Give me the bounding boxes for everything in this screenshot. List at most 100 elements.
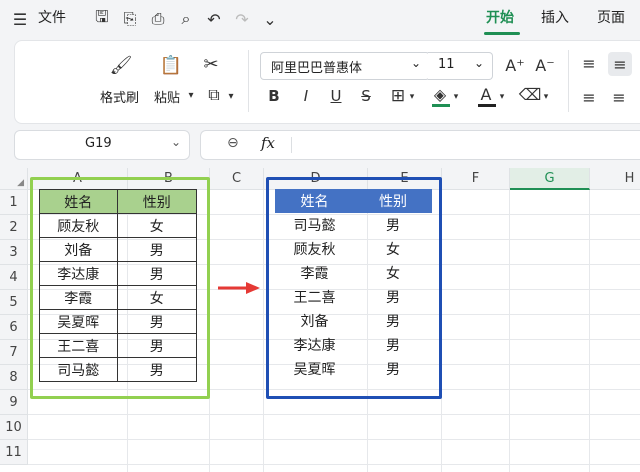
row-header-9[interactable]: 9 [0,390,28,415]
cell-name[interactable]: 顾友秋 [275,237,354,261]
fill-dropdown-icon[interactable]: ▾ [452,90,460,104]
paste-icon[interactable]: 📋 [158,52,184,78]
font-color-dropdown-icon[interactable]: ▾ [498,90,506,104]
strikethrough-button[interactable]: S [356,86,376,106]
print-preview-icon[interactable]: ⌕ [174,7,198,31]
row-header-7[interactable]: 7 [0,340,28,365]
decrease-font-icon[interactable]: A⁻ [534,54,556,76]
format-painter-button[interactable]: 格式刷 [100,87,139,106]
formula-bar[interactable]: ⊖ fx [200,130,640,160]
cell-name[interactable]: 刘备 [275,309,354,333]
undo-icon[interactable]: ↶ [202,7,226,31]
cell-name[interactable]: 李霞 [275,261,354,285]
bold-button[interactable]: B [264,86,284,106]
cell-name[interactable]: 司马懿 [39,357,118,382]
share-icon[interactable]: ⎘ [118,7,142,31]
header-gender[interactable]: 性别 [354,189,432,213]
select-all-corner[interactable]: ◢ [0,168,28,190]
copy-icon[interactable]: ⧉ [202,84,226,106]
eraser-dropdown-icon[interactable]: ▾ [542,90,550,104]
cell-name[interactable]: 李霞 [39,285,118,310]
eraser-icon[interactable]: ⌫ [519,84,542,104]
align-left-icon[interactable]: ≡ [578,86,600,108]
font-color-swatch [478,104,496,107]
row-header-8[interactable]: 8 [0,365,28,390]
cell-gender[interactable]: 男 [116,357,197,382]
header-name[interactable]: 姓名 [39,189,118,214]
cell-gender[interactable]: 男 [354,213,432,237]
paste-button[interactable]: 粘贴 [154,87,180,106]
row-header-6[interactable]: 6 [0,315,28,340]
print-icon[interactable]: ⎙ [146,7,170,31]
copy-dropdown-icon[interactable]: ▾ [226,88,236,104]
file-menu[interactable]: 文件 [38,8,66,28]
increase-font-icon[interactable]: A⁺ [504,54,526,76]
font-name-select[interactable]: 阿里巴巴普惠体 ⌄ [260,52,430,80]
cell-gender[interactable]: 男 [354,333,432,357]
format-painter-icon[interactable]: 🖌 [108,52,134,78]
cell-gender[interactable]: 男 [116,333,197,358]
spreadsheet-grid[interactable]: ◢ A B C D E F G H 1 2 3 4 5 6 7 8 9 10 1… [0,168,640,472]
row-header-3[interactable]: 3 [0,240,28,265]
align-middle-icon[interactable]: ≡ [608,52,632,76]
cell-gender[interactable]: 女 [116,285,197,310]
header-name[interactable]: 姓名 [275,189,354,213]
fill-color-icon[interactable]: ◈ [430,84,450,104]
cell-gender[interactable]: 男 [116,261,197,286]
cell-name[interactable]: 李达康 [39,261,118,286]
cell-name[interactable]: 刘备 [39,237,118,262]
cell-gender[interactable]: 男 [354,285,432,309]
hamburger-menu-icon[interactable]: ☰ [8,7,32,31]
border-dropdown-icon[interactable]: ▾ [408,90,416,104]
column-header-c[interactable]: C [210,168,264,190]
row-header-2[interactable]: 2 [0,215,28,240]
cut-icon[interactable]: ✂ [199,52,223,76]
border-icon[interactable]: ⊞ [388,86,408,106]
cell-gender[interactable]: 男 [116,309,197,334]
cell-name[interactable]: 王二喜 [39,333,118,358]
tab-page[interactable]: 页面 [597,8,625,28]
formula-divider [291,137,292,153]
tab-home[interactable]: 开始 [486,8,514,28]
table-row: 王二喜男 [39,333,197,358]
cell-gender[interactable]: 女 [116,213,197,238]
underline-button[interactable]: U [326,86,346,106]
cell-gender[interactable]: 女 [354,237,432,261]
row-header-1[interactable]: 1 [0,190,28,215]
cell-name[interactable]: 司马懿 [275,213,354,237]
redo-icon[interactable]: ↷ [230,7,254,31]
paste-dropdown-icon[interactable]: ▾ [186,87,196,103]
fx-label[interactable]: fx [261,134,275,152]
chevron-down-icon: ⌄ [473,56,484,70]
row-header-11[interactable]: 11 [0,440,28,465]
gridline [28,414,640,415]
cell-gender[interactable]: 男 [354,357,432,381]
cell-name[interactable]: 吴夏晖 [39,309,118,334]
font-color-button[interactable]: A [476,84,496,104]
row-header-5[interactable]: 5 [0,290,28,315]
row-header-10[interactable]: 10 [0,415,28,440]
cell-name[interactable]: 李达康 [275,333,354,357]
save-icon[interactable]: 🖫 [90,7,114,31]
zoom-formula-icon[interactable]: ⊖ [227,135,239,151]
name-box[interactable]: G19 ⌄ [14,130,190,160]
more-dropdown-icon[interactable]: ⌄ [258,7,282,31]
tab-insert[interactable]: 插入 [541,8,569,28]
cell-name[interactable]: 王二喜 [275,285,354,309]
column-header-f[interactable]: F [442,168,510,190]
font-size-select[interactable]: 11 ⌄ [428,52,493,80]
cell-gender[interactable]: 男 [354,309,432,333]
align-top-icon[interactable]: ≡ [578,52,600,74]
row-header-4[interactable]: 4 [0,265,28,290]
italic-button[interactable]: I [296,86,316,106]
column-header-h[interactable]: H [590,168,640,190]
column-header-g[interactable]: G [510,168,590,190]
sorted-table: 姓名 性别 司马懿男 顾友秋女 李霞女 王二喜男 刘备男 李达康男 吴夏晖男 [275,189,432,381]
cell-name[interactable]: 顾友秋 [39,213,118,238]
cell-gender[interactable]: 男 [116,237,197,262]
align-center-icon[interactable]: ≡ [608,86,630,108]
cell-gender[interactable]: 女 [354,261,432,285]
header-gender[interactable]: 性别 [116,189,197,214]
cell-name[interactable]: 吴夏晖 [275,357,354,381]
active-tab-indicator [484,32,520,35]
